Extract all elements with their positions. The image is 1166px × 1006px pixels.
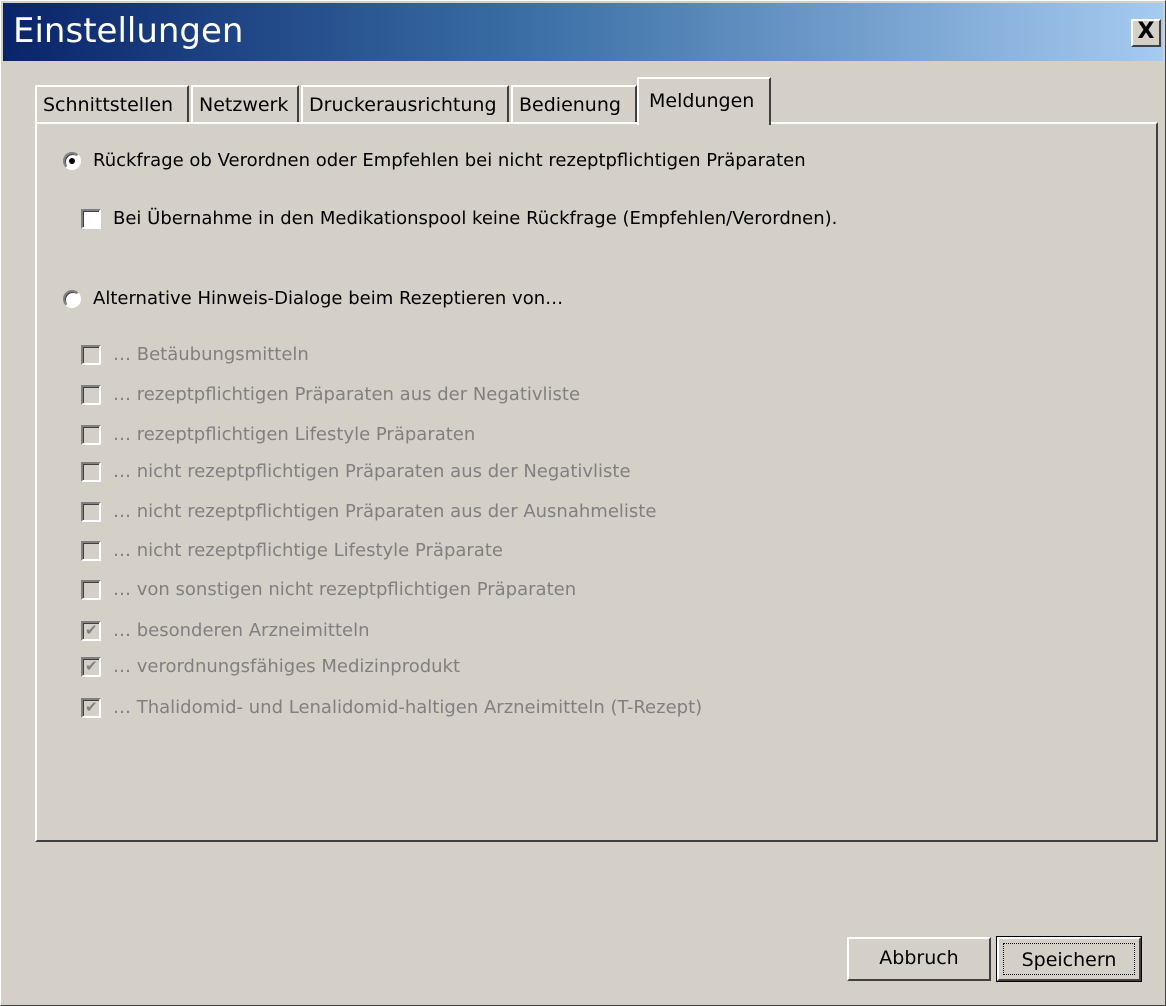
alt-checkbox	[81, 579, 101, 600]
alt-label: … nicht rezeptpflichtigen Präparaten aus…	[113, 501, 657, 522]
tab-bedienung[interactable]: Bedienung	[511, 85, 637, 123]
check-icon: ✔	[85, 697, 98, 716]
alt-label: … verordnungsfähiges Medizinprodukt	[113, 656, 461, 677]
alt-item-t-rezept: ✔ … Thalidomid- und Lenalidomid-haltigen…	[81, 697, 702, 718]
alt-checkbox: ✔	[81, 620, 101, 641]
alt-item-btm: … Betäubungsmitteln	[81, 344, 309, 365]
alt-item-otc-ausnahme: … nicht rezeptpflichtigen Präparaten aus…	[81, 501, 656, 522]
check-icon: ✔	[85, 620, 98, 639]
alt-label: … nicht rezeptpflichtigen Präparaten aus…	[113, 461, 631, 482]
alt-label: … Betäubungsmitteln	[113, 344, 309, 365]
tab-label: Bedienung	[519, 94, 621, 116]
meldungen-panel: Rückfrage ob Verordnen oder Empfehlen be…	[35, 122, 1158, 842]
tab-label: Druckerausrichtung	[309, 94, 497, 116]
alt-label: … Thalidomid- und Lenalidomid-haltigen A…	[113, 697, 703, 718]
alt-checkbox: ✔	[81, 656, 101, 677]
save-button-label: Speichern	[1021, 949, 1117, 971]
alt-checkbox	[81, 461, 101, 482]
window-title: Einstellungen	[13, 11, 244, 51]
focus-rect: Speichern	[1003, 943, 1135, 975]
alt-label: … besonderen Arzneimitteln	[113, 620, 370, 641]
checkbox-pool[interactable]	[81, 208, 101, 229]
radio-alternative-row[interactable]: Alternative Hinweis-Dialoge beim Rezepti…	[63, 288, 563, 309]
radio-alternative[interactable]	[63, 289, 81, 308]
alt-item-otc-sonstige: … von sonstigen nicht rezeptpflichtigen …	[81, 579, 576, 600]
tab-label: Netzwerk	[199, 94, 289, 116]
title-bar[interactable]: Einstellungen X	[3, 3, 1163, 61]
alt-label: … von sonstigen nicht rezeptpflichtigen …	[113, 579, 577, 600]
tab-netzwerk[interactable]: Netzwerk	[191, 85, 299, 123]
close-icon: X	[1137, 19, 1155, 44]
alt-item-rx-negativ: … rezeptpflichtigen Präparaten aus der N…	[81, 384, 580, 405]
radio-confirm-label: Rückfrage ob Verordnen oder Empfehlen be…	[93, 150, 806, 171]
radio-confirm-row[interactable]: Rückfrage ob Verordnen oder Empfehlen be…	[63, 150, 806, 171]
close-button[interactable]: X	[1131, 19, 1161, 47]
save-button[interactable]: Speichern	[996, 936, 1142, 982]
alt-checkbox	[81, 344, 101, 365]
alt-label: … nicht rezeptpflichtige Lifestyle Präpa…	[113, 540, 503, 561]
settings-dialog: Einstellungen X Schnittstellen Netzwerk …	[0, 0, 1166, 1006]
alt-item-otc-negativ: … nicht rezeptpflichtigen Präparaten aus…	[81, 461, 631, 482]
radio-confirm[interactable]	[63, 151, 81, 170]
check-icon: ✔	[85, 656, 98, 675]
alt-item-rx-lifestyle: … rezeptpflichtigen Lifestyle Präparaten	[81, 424, 475, 445]
cancel-button-label: Abbruch	[879, 947, 959, 969]
alt-checkbox	[81, 501, 101, 522]
alt-checkbox: ✔	[81, 697, 101, 718]
radio-alternative-label: Alternative Hinweis-Dialoge beim Rezepti…	[93, 288, 564, 309]
alt-item-besondere: ✔ … besonderen Arzneimitteln	[81, 620, 370, 641]
cancel-button[interactable]: Abbruch	[847, 937, 991, 981]
alt-checkbox	[81, 424, 101, 445]
checkbox-pool-label: Bei Übernahme in den Medikationspool kei…	[113, 208, 838, 229]
tab-meldungen[interactable]: Meldungen	[637, 77, 771, 125]
tab-druckerausrichtung[interactable]: Druckerausrichtung	[301, 85, 509, 123]
tab-label: Schnittstellen	[43, 94, 174, 116]
checkbox-pool-row[interactable]: Bei Übernahme in den Medikationspool kei…	[81, 208, 837, 229]
alt-label: … rezeptpflichtigen Lifestyle Präparaten	[113, 424, 476, 445]
alt-item-medizinprodukt: ✔ … verordnungsfähiges Medizinprodukt	[81, 656, 460, 677]
alt-checkbox	[81, 384, 101, 405]
alt-item-otc-lifestyle: … nicht rezeptpflichtige Lifestyle Präpa…	[81, 540, 503, 561]
tab-schnittstellen[interactable]: Schnittstellen	[35, 85, 189, 123]
alt-checkbox	[81, 540, 101, 561]
alt-label: … rezeptpflichtigen Präparaten aus der N…	[113, 384, 581, 405]
tab-label: Meldungen	[649, 90, 755, 112]
